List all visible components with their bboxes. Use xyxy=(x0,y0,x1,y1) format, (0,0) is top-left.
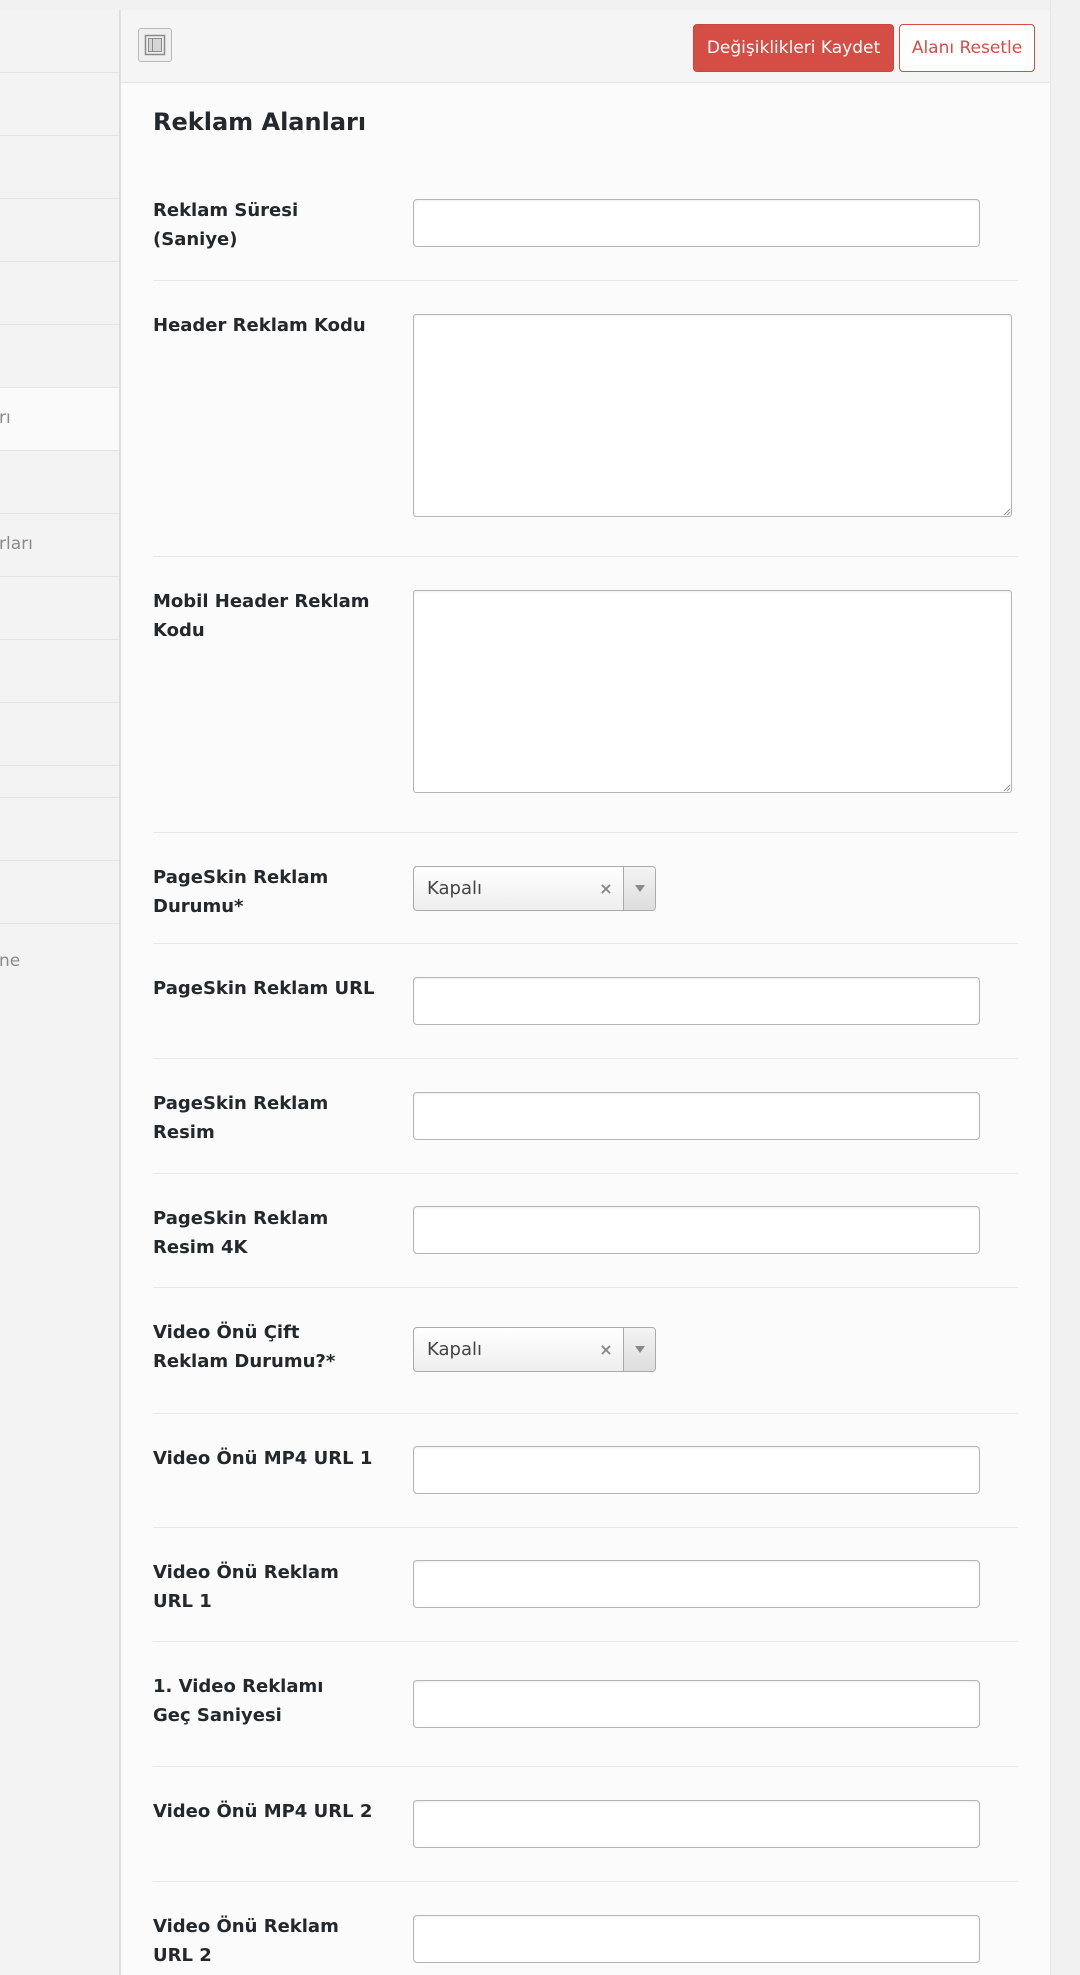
divider xyxy=(153,1641,1018,1642)
sidebar-item[interactable] xyxy=(0,798,119,861)
sidebar-item[interactable] xyxy=(0,136,119,199)
video-skip-seconds-1-input[interactable] xyxy=(413,1680,980,1728)
field-label: Reklam Süresi (Saniye) xyxy=(153,200,299,250)
reset-section-button[interactable]: Alanı Resetle xyxy=(899,24,1035,72)
sidebar-item[interactable] xyxy=(0,640,119,703)
pageskin-url-input[interactable] xyxy=(413,977,980,1025)
divider xyxy=(153,1527,1018,1528)
field-label: Video Önü MP4 URL 1 xyxy=(153,1448,373,1469)
field-label: Video Önü MP4 URL 2 xyxy=(153,1801,373,1822)
sidebar: rı rları ne xyxy=(0,10,120,1975)
video-mp4-url-1-input[interactable] xyxy=(413,1446,980,1494)
sidebar-item[interactable] xyxy=(0,199,119,262)
field-label: Video Önü Çift Reklam Durumu?* xyxy=(153,1322,336,1372)
sidebar-item[interactable] xyxy=(0,703,119,766)
video-ad-url-2-input[interactable] xyxy=(413,1915,980,1963)
layout-toggle-icon[interactable] xyxy=(138,28,172,62)
divider xyxy=(153,832,1018,833)
divider xyxy=(153,1766,1018,1767)
clear-icon[interactable]: × xyxy=(597,1328,615,1371)
field-label: Video Önü Reklam URL 2 xyxy=(153,1916,339,1966)
field-label: PageSkin Reklam Resim xyxy=(153,1093,329,1143)
select-value: Kapalı xyxy=(427,1339,482,1360)
field-label: 1. Video Reklamı Geç Saniyesi xyxy=(153,1676,324,1726)
right-gutter xyxy=(1050,0,1080,1975)
divider xyxy=(153,1058,1018,1059)
sidebar-item[interactable] xyxy=(0,861,119,924)
video-ad-url-1-input[interactable] xyxy=(413,1560,980,1608)
panel-toolbar: Değişiklikleri Kaydet Alanı Resetle xyxy=(121,10,1051,83)
divider xyxy=(153,1287,1018,1288)
pageskin-image-4k-input[interactable] xyxy=(413,1206,980,1254)
field-label: PageSkin Reklam Durumu* xyxy=(153,867,329,917)
field-label: Mobil Header Reklam Kodu xyxy=(153,591,370,641)
ad-duration-input[interactable] xyxy=(413,199,980,247)
sidebar-item-active[interactable] xyxy=(0,388,119,451)
pageskin-status-select[interactable]: Kapalı × xyxy=(413,866,656,911)
video-mp4-url-2-input[interactable] xyxy=(413,1800,980,1848)
header-ad-code-textarea[interactable] xyxy=(413,314,1012,517)
sidebar-item[interactable] xyxy=(0,325,119,388)
divider xyxy=(153,1413,1018,1414)
select-value: Kapalı xyxy=(427,878,482,899)
field-label: PageSkin Reklam Resim 4K xyxy=(153,1208,329,1258)
field-label: PageSkin Reklam URL xyxy=(153,978,375,999)
chevron-down-icon[interactable] xyxy=(623,1328,655,1371)
sidebar-item[interactable] xyxy=(0,10,119,73)
clear-icon[interactable]: × xyxy=(597,867,615,910)
sidebar-item-label: rı xyxy=(0,408,11,428)
video-double-ad-status-select[interactable]: Kapalı × xyxy=(413,1327,656,1372)
sidebar-item[interactable] xyxy=(0,262,119,325)
resize-grip-icon[interactable] xyxy=(1003,508,1011,516)
sidebar-item[interactable] xyxy=(0,451,119,514)
divider xyxy=(153,280,1018,281)
sidebar-item[interactable] xyxy=(0,577,119,640)
field-label: Header Reklam Kodu xyxy=(153,315,366,336)
section-title: Reklam Alanları xyxy=(153,108,367,136)
chevron-down-icon[interactable] xyxy=(623,867,655,910)
sidebar-item-label: ne xyxy=(0,951,21,971)
layout-toggle-icon xyxy=(144,34,166,56)
resize-grip-icon[interactable] xyxy=(1003,784,1011,792)
divider xyxy=(153,1173,1018,1174)
divider xyxy=(153,1881,1018,1882)
save-changes-button[interactable]: Değişiklikleri Kaydet xyxy=(693,24,894,72)
mobile-header-ad-code-textarea[interactable] xyxy=(413,590,1012,793)
options-panel: Değişiklikleri Kaydet Alanı Resetle Rekl… xyxy=(120,10,1051,1975)
sidebar-item[interactable] xyxy=(0,73,119,136)
sidebar-item[interactable] xyxy=(0,766,119,798)
sidebar-item-label: rları xyxy=(0,534,33,554)
divider xyxy=(153,556,1018,557)
divider xyxy=(153,943,1018,944)
pageskin-image-input[interactable] xyxy=(413,1092,980,1140)
field-label: Video Önü Reklam URL 1 xyxy=(153,1562,339,1612)
